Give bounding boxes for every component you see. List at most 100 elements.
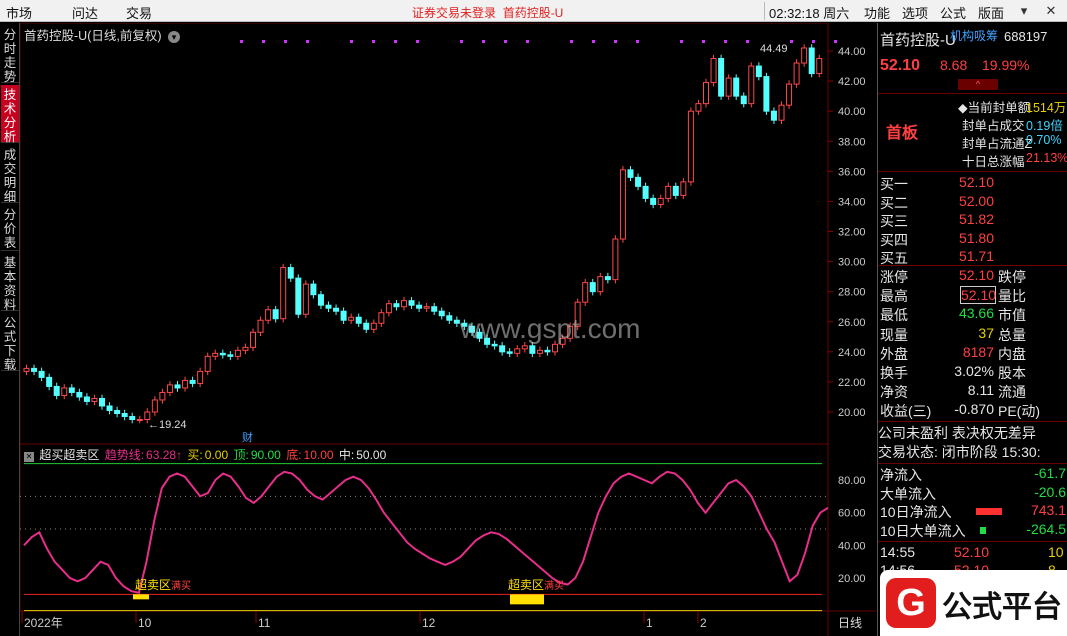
candle-body — [265, 309, 272, 321]
candle-body — [355, 316, 362, 324]
candle-body — [114, 409, 121, 415]
signal-dot — [614, 40, 617, 43]
candle-body — [687, 110, 694, 183]
high-price-label: 44.49 — [760, 43, 788, 55]
flow-bar — [980, 526, 986, 534]
kline-chart[interactable]: 44.00 42.00 40.00 38.00 36.00 34.00 32.00 30.00… — [20, 23, 876, 636]
collapse-button[interactable]: ^ — [958, 79, 998, 90]
tab-intraday[interactable]: 分时走势 — [1, 25, 19, 84]
candle-body — [635, 176, 642, 187]
stat-row: 换手 3.02% 股本 — [880, 363, 1026, 381]
candle-body — [793, 62, 800, 85]
period-label[interactable]: 日线 — [838, 614, 862, 631]
login-notice: 证券交易未登录 首药控股-U — [412, 6, 564, 20]
price-tick-label: 28.00 — [838, 287, 866, 299]
candle-body — [521, 345, 528, 350]
candle-body — [529, 345, 536, 354]
indicator-close-icon[interactable]: ✕ — [24, 452, 34, 462]
candle-body — [129, 416, 136, 421]
finance-badge[interactable]: 财 — [242, 429, 253, 445]
candle-body — [121, 413, 128, 418]
tab-price-table[interactable]: 分价表 — [1, 205, 19, 251]
price-tick-label: 30.00 — [838, 257, 866, 269]
close-icon[interactable]: ✕ — [1040, 0, 1062, 22]
menu-market[interactable]: 市场 — [6, 3, 32, 22]
candle-body — [612, 238, 619, 281]
bid-row[interactable]: 买四 51.80 — [878, 230, 1067, 249]
tab-formula-download[interactable]: 公式下载 — [1, 313, 19, 372]
signal-dot — [570, 40, 573, 43]
candle-body — [83, 396, 90, 402]
candle-body — [672, 185, 679, 196]
candle-body — [393, 303, 400, 308]
trend-line — [23, 470, 829, 594]
menu-formula[interactable]: 公式 — [940, 3, 966, 22]
seal-row: ◆当前封单额 1514万 — [958, 101, 1067, 115]
signal-dot — [372, 40, 375, 43]
flow-row: 10日净流入 743.1 — [880, 502, 1066, 520]
menu-wenda[interactable]: 问达 — [72, 3, 98, 22]
price-row: 52.10 8.68 19.99% — [880, 57, 1030, 74]
candle-body — [317, 294, 324, 306]
price-tick-label: 24.00 — [838, 347, 866, 359]
price-tick-label: 22.00 — [838, 377, 866, 389]
indicator-tick-label: 60.00 — [838, 508, 866, 520]
signal-dot — [262, 40, 265, 43]
candle-body — [46, 376, 53, 387]
signal-dot — [482, 40, 485, 43]
stat-row: 收益(三) -0.870 PE(动) — [880, 401, 1040, 420]
oversold-label-1: 超卖区满买 — [135, 578, 192, 592]
candle-body — [340, 310, 347, 321]
candle-body — [204, 355, 211, 372]
date-label: 10 — [138, 616, 152, 630]
candle-body — [604, 276, 611, 281]
signal-dot — [636, 40, 639, 43]
candle-body — [748, 65, 755, 105]
settings-icon[interactable]: ▾ — [167, 31, 180, 43]
candle-body — [597, 276, 604, 293]
bid-row[interactable]: 买三 51.82 — [878, 211, 1067, 230]
candle-body — [801, 47, 808, 64]
logo-g-icon: G — [886, 578, 936, 628]
candle-body — [506, 351, 513, 354]
candle-body — [544, 349, 551, 353]
tab-trades[interactable]: 成交明细 — [1, 145, 19, 204]
candle-body — [91, 397, 98, 402]
watermark: www.gspt.com — [460, 313, 641, 344]
candle-body — [295, 277, 302, 315]
menu-function[interactable]: 功能 — [864, 3, 890, 22]
candle-body — [370, 322, 377, 330]
candle-body — [23, 367, 30, 372]
signal-dot — [724, 40, 727, 43]
logo: G 公式平台 — [880, 570, 1067, 636]
candle-body — [378, 312, 385, 324]
bid-row[interactable]: 买一 52.10 — [878, 174, 1067, 193]
candle-body — [619, 169, 626, 240]
candle-body — [552, 343, 558, 353]
tab-profile[interactable]: 基本资料 — [1, 253, 19, 312]
menu-options[interactable]: 选项 — [902, 3, 928, 22]
stat-row: 涨停 52.10 跌停 — [880, 267, 1026, 285]
candle-body — [816, 58, 823, 75]
company-notice: 公司未盈利 表决权无差异 — [878, 425, 1036, 441]
menu-trade[interactable]: 交易 — [126, 3, 152, 22]
candle-body — [363, 322, 370, 330]
menu-layout[interactable]: 版面 — [978, 3, 1004, 22]
candle-body — [197, 370, 204, 384]
oversold-label-2: 超卖区满买 — [508, 578, 565, 592]
candle-body — [755, 65, 762, 78]
candle-body — [763, 76, 770, 112]
date-label: 2022年 — [24, 616, 63, 630]
candle-body — [310, 283, 317, 296]
stock-header: 首药控股-U 机构吸筹 688197 — [880, 29, 1048, 49]
signal-dot — [350, 40, 353, 43]
signal-dot — [416, 40, 419, 43]
bid-row[interactable]: 买二 52.00 — [878, 193, 1067, 212]
candle-body — [212, 352, 219, 357]
candle-body — [151, 399, 158, 413]
candle-body — [499, 345, 506, 353]
minimize-icon[interactable]: ▾ — [1013, 0, 1035, 22]
oversold-bar-2 — [510, 594, 544, 605]
chart-area[interactable]: 44.00 42.00 40.00 38.00 36.00 34.00 32.00 30.00… — [20, 23, 876, 636]
tab-technical[interactable]: 技术分析 — [1, 85, 19, 144]
